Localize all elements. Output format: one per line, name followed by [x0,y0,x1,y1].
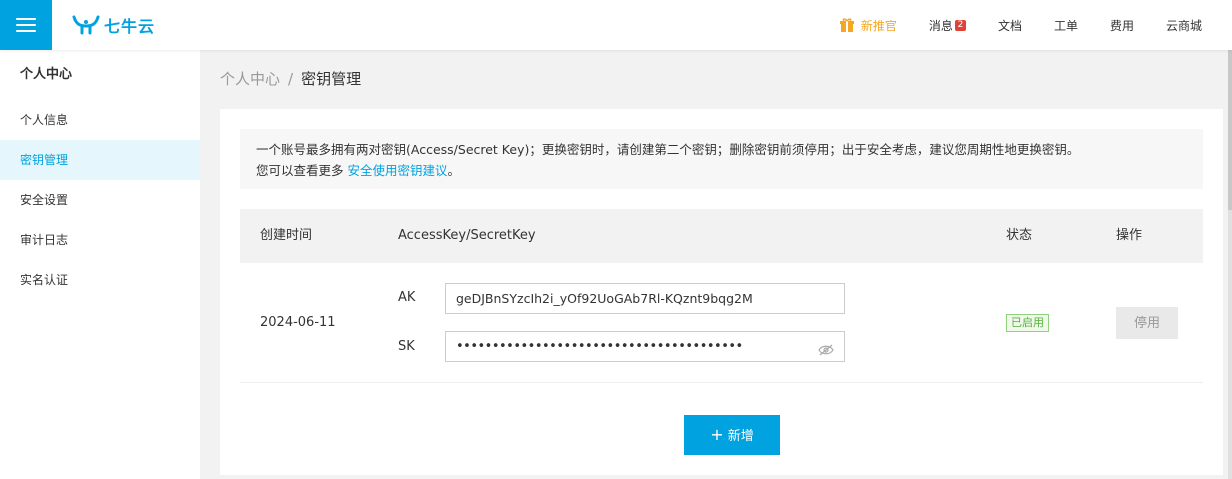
keys-table: 创建时间 AccessKey/SecretKey 状态 操作 2024-06-1… [240,209,1203,383]
add-key-button[interactable]: + 新增 [684,415,780,455]
eye-hidden-icon[interactable] [818,344,834,356]
nav-docs-label: 文档 [997,18,1022,33]
add-key-label: 新增 [727,429,754,444]
nav-marketplace[interactable]: 云商城 [1166,17,1202,34]
nav-messages-label: 消息 [928,18,953,33]
nav-billing[interactable]: 费用 [1110,17,1134,34]
gift-icon [839,17,854,32]
menu-icon [16,17,36,33]
qiniu-logo-icon [72,15,100,35]
sk-label: SK [398,339,415,354]
page-scrollbar[interactable] [1228,50,1232,479]
plus-icon: + [710,425,724,444]
sidebar-item-audit-log[interactable]: 审计日志 [0,220,200,260]
table-row: 2024-06-11 AK geDJBnSYzcIh2i_yOf92UoGAb7… [240,263,1203,383]
sidebar-item-security[interactable]: 安全设置 [0,180,200,220]
breadcrumb-separator: / [288,70,294,88]
notice-line-1: 一个账号最多拥有两对密钥(Access/Secret Key)；更换密钥时，请创… [256,142,1080,157]
hamburger-menu-button[interactable] [0,0,52,50]
nav-docs[interactable]: 文档 [998,17,1022,34]
nav-tickets[interactable]: 工单 [1054,17,1078,34]
breadcrumb-current: 密钥管理 [301,70,362,88]
notice-line-2-suffix: 。 [447,163,461,178]
header-action: 操作 [1116,228,1143,243]
notice-box: 一个账号最多拥有两对密钥(Access/Secret Key)；更换密钥时，请创… [240,129,1203,189]
main-panel: 一个账号最多拥有两对密钥(Access/Secret Key)；更换密钥时，请创… [220,109,1223,475]
top-nav: 新推官 消息 2 文档 工单 费用 云商城 [808,0,1202,50]
security-advice-link[interactable]: 安全使用密钥建议 [348,163,448,178]
sidebar-item-profile[interactable]: 个人信息 [0,100,200,140]
sidebar-item-key-management[interactable]: 密钥管理 [0,140,200,180]
nav-marketplace-label: 云商城 [1165,18,1202,33]
nav-messages[interactable]: 消息 2 [929,17,966,34]
top-bar: 七牛云 新推官 消息 2 文档 工单 费用 云商城 [0,0,1232,50]
nav-tickets-label: 工单 [1053,18,1078,33]
logo[interactable]: 七牛云 [72,13,155,37]
header-key: AccessKey/SecretKey [398,228,536,243]
breadcrumb: 个人中心 / 密钥管理 [220,68,361,89]
secret-key-field[interactable]: •••••••••••••••••••••••••••••••••••••••• [445,331,845,362]
header-status: 状态 [1006,228,1033,243]
notice-line-2: 您可以查看更多 安全使用密钥建议。 [256,160,1187,181]
notice-line-2-prefix: 您可以查看更多 [256,163,344,178]
logo-text: 七牛云 [104,17,156,36]
status-badge: 已启用 [1006,314,1049,332]
disable-button[interactable]: 停用 [1116,307,1178,339]
created-date: 2024-06-11 [260,315,336,330]
ak-label: AK [398,290,416,305]
message-count-badge: 2 [954,19,966,31]
scrollbar-thumb[interactable] [1228,50,1232,210]
nav-promo-label: 新推官 [860,18,897,33]
sidebar-title: 个人中心 [20,67,73,82]
sidebar: 个人中心 个人信息 密钥管理 安全设置 审计日志 实名认证 [0,50,200,479]
breadcrumb-parent[interactable]: 个人中心 [220,70,280,88]
access-key-field[interactable]: geDJBnSYzcIh2i_yOf92UoGAb7Rl-KQznt9bqg2M [445,283,845,314]
table-header: 创建时间 AccessKey/SecretKey 状态 操作 [240,209,1203,263]
sidebar-item-verification[interactable]: 实名认证 [0,260,200,300]
header-created: 创建时间 [260,228,313,243]
nav-promo[interactable]: 新推官 [839,17,897,34]
nav-billing-label: 费用 [1109,18,1134,33]
